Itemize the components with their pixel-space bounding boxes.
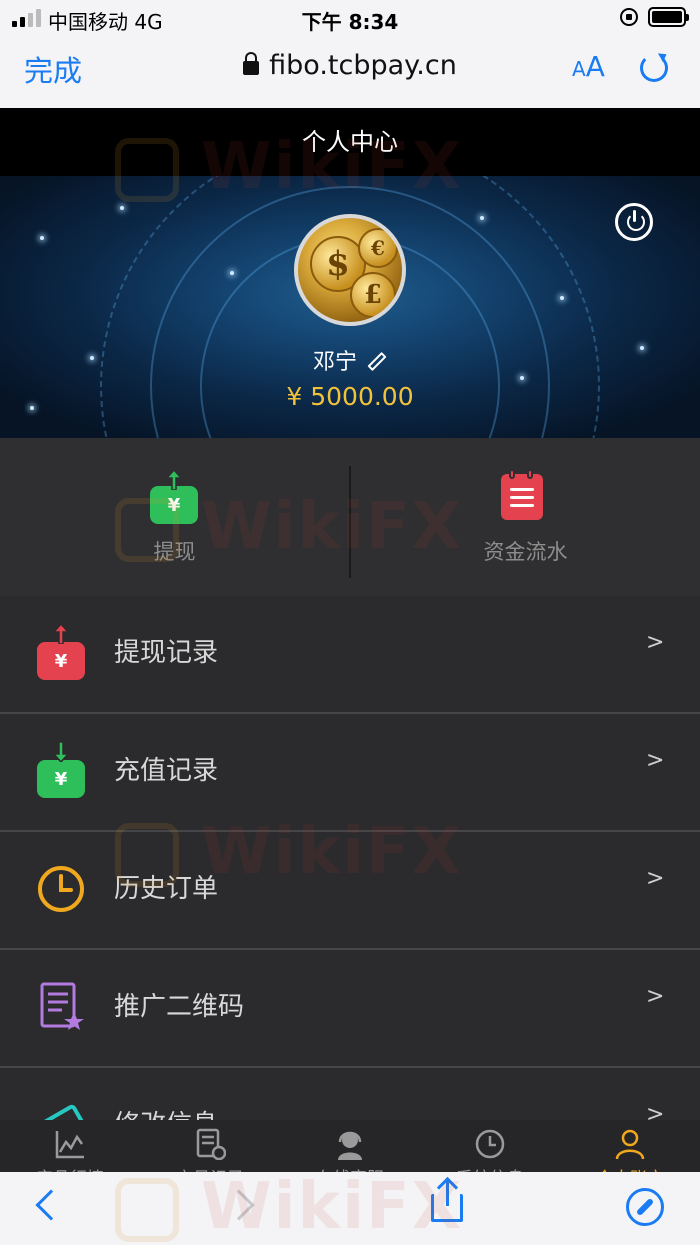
chart-icon [55, 1131, 84, 1159]
account-balance: ¥ 5000.00 [286, 382, 414, 411]
menu-label: 提现记录 [114, 638, 219, 668]
clock: 下午 8:34 [301, 10, 399, 34]
menu-list: ¥ 提现记录 > ¥ 充值记录 > 历史订单 > 推广二维码 > > [0, 596, 700, 1186]
text-size-button[interactable]: AA [572, 50, 605, 83]
tab-market[interactable]: 产品行情 [0, 1120, 140, 1172]
tab-label: 交易记录 [140, 1164, 280, 1172]
clock-icon [475, 1129, 505, 1159]
withdraw-record-icon: ¥ [36, 624, 86, 680]
status-bar: 中国移动 4G 下午 8:34 [0, 0, 700, 36]
euro-coin-icon: € [358, 228, 398, 268]
tab-my-account[interactable]: 个人账户 [560, 1120, 700, 1172]
chevron-right-icon: > [646, 630, 665, 655]
fund-flow-button[interactable]: 资金流水 [351, 438, 700, 596]
star-decor [520, 376, 524, 380]
username-row[interactable]: 邓宁 [0, 344, 700, 376]
text-size-large-glyph: A [585, 50, 605, 83]
pound-coin-icon: £ [350, 272, 396, 318]
chevron-right-icon: > [646, 984, 665, 1009]
battery-icon [648, 7, 689, 27]
tab-trade-records[interactable]: 交易记录 [140, 1120, 280, 1172]
avatar[interactable]: $ € £ [294, 214, 406, 326]
star-decor [560, 296, 564, 300]
quick-actions: ¥ 提现 资金流水 [0, 438, 700, 596]
tab-online-support[interactable]: 在线客服 [280, 1120, 420, 1172]
withdraw-button[interactable]: ¥ 提现 [0, 438, 349, 596]
safari-toolbar [0, 1172, 700, 1245]
menu-label: 历史订单 [114, 874, 219, 904]
url-text: fibo.tcbpay.cn [269, 50, 457, 81]
bottom-tab-bar: 产品行情 交易记录 在线客服 系统信息 个人账户 [0, 1120, 700, 1172]
orientation-lock-icon [620, 8, 638, 26]
tab-label: 产品行情 [0, 1164, 140, 1172]
clipboard-list-icon [501, 469, 543, 520]
clock-icon [38, 866, 84, 912]
star-decor [230, 271, 234, 275]
page-title: 个人中心 [0, 108, 700, 176]
tab-label: 系统信息 [420, 1164, 560, 1172]
tab-label: 个人账户 [560, 1164, 700, 1172]
fund-flow-label: 资金流水 [483, 540, 568, 564]
menu-item-promo-qrcode[interactable]: 推广二维码 > [0, 950, 700, 1068]
tab-label: 在线客服 [280, 1164, 420, 1172]
forward-chevron-icon[interactable] [223, 1189, 255, 1221]
menu-label: 充值记录 [114, 756, 219, 786]
menu-item-deposit-record[interactable]: ¥ 充值记录 > [0, 714, 700, 832]
chevron-right-icon: > [646, 748, 665, 773]
logout-power-button[interactable] [615, 203, 653, 241]
yen-glyph: ¥ [167, 495, 181, 516]
edit-pencil-icon[interactable] [367, 351, 387, 372]
deposit-record-icon: ¥ [36, 742, 86, 798]
record-icon [196, 1128, 226, 1160]
clip-decor [527, 469, 533, 479]
arrow-up-icon [167, 470, 181, 490]
star-decor [40, 236, 44, 240]
back-chevron-icon[interactable] [35, 1189, 67, 1221]
reload-icon[interactable] [640, 54, 668, 82]
user-icon [615, 1129, 645, 1160]
menu-item-withdraw-record[interactable]: ¥ 提现记录 > [0, 596, 700, 714]
text-size-small-glyph: A [572, 57, 586, 81]
support-icon [338, 1131, 362, 1160]
share-icon[interactable] [431, 1180, 463, 1222]
withdraw-tray-icon: ¥ [150, 470, 198, 524]
lock-icon [243, 52, 260, 75]
browser-address-bar: 完成 fibo.tcbpay.cn AA [0, 36, 700, 108]
compass-icon[interactable] [626, 1188, 664, 1226]
menu-label: 推广二维码 [114, 992, 245, 1022]
menu-item-order-history[interactable]: 历史订单 > [0, 832, 700, 950]
username: 邓宁 [312, 350, 357, 375]
withdraw-label: 提现 [153, 540, 196, 564]
star-decor [480, 216, 484, 220]
tab-system-info[interactable]: 系统信息 [420, 1120, 560, 1172]
profile-banner: $ € £ 邓宁 ¥ 5000.00 [0, 176, 700, 438]
certificate-icon [40, 982, 84, 1030]
star-decor [120, 206, 124, 210]
chevron-right-icon: > [646, 866, 665, 891]
clip-decor [509, 469, 515, 479]
